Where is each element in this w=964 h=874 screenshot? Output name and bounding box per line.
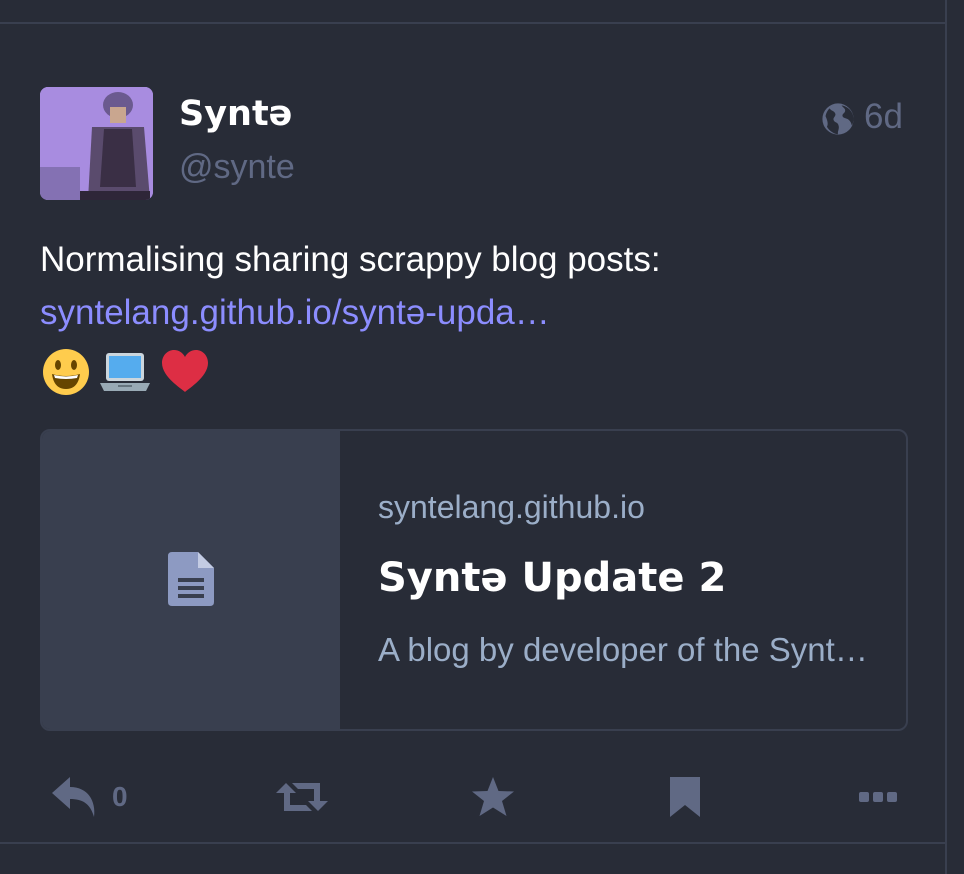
- boost-button[interactable]: [276, 769, 328, 825]
- bottom-divider: [0, 842, 946, 844]
- timestamp[interactable]: 6d: [864, 97, 903, 137]
- top-divider: [0, 0, 946, 24]
- bookmark-icon: [670, 777, 700, 817]
- link-preview-card[interactable]: syntelang.github.io Syntə Update 2 A blo…: [40, 429, 908, 731]
- laptop-emoji-icon: [100, 353, 150, 391]
- avatar[interactable]: [40, 87, 153, 200]
- avatar-image: [40, 87, 153, 200]
- reply-count: 0: [112, 781, 128, 812]
- ellipsis-icon: [859, 792, 897, 802]
- action-bar: 0: [0, 769, 945, 825]
- smiley-emoji-icon: [43, 349, 89, 395]
- favourite-button[interactable]: [471, 769, 515, 825]
- star-icon: [472, 777, 514, 816]
- reply-icon: [52, 777, 95, 817]
- emoji-row: [40, 345, 920, 397]
- status-content: Normalising sharing scrappy blog posts: …: [40, 233, 920, 397]
- content-link[interactable]: syntelang.github.io/syntə-upda…: [40, 286, 920, 339]
- more-button[interactable]: [859, 769, 897, 825]
- card-description: A blog by developer of the Syntə program…: [378, 631, 868, 668]
- reply-button[interactable]: 0: [50, 769, 128, 825]
- content-text: Normalising sharing scrappy blog posts:: [40, 240, 661, 279]
- username[interactable]: @synte: [179, 148, 295, 187]
- globe-icon: [822, 103, 854, 135]
- status-post[interactable]: Syntə @synte 6d Normalising sharing scra…: [0, 24, 945, 842]
- card-host: syntelang.github.io: [378, 489, 645, 525]
- document-icon: [168, 552, 214, 606]
- card-thumbnail: [42, 431, 340, 729]
- card-title: Syntə Update 2: [378, 555, 727, 601]
- display-name[interactable]: Syntə: [179, 94, 292, 134]
- heart-emoji-icon: [162, 350, 208, 392]
- boost-icon: [276, 783, 328, 811]
- bookmark-button[interactable]: [668, 769, 702, 825]
- card-body: syntelang.github.io Syntə Update 2 A blo…: [378, 431, 906, 729]
- column-border: [945, 0, 947, 874]
